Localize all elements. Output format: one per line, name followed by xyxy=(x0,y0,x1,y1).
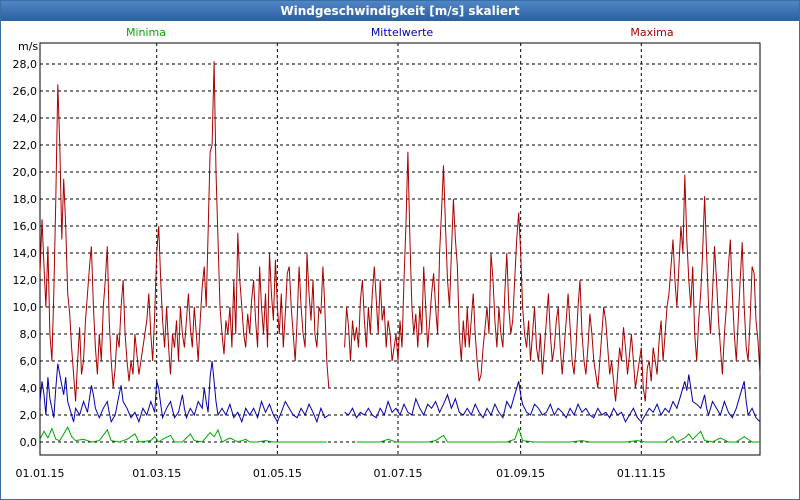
y-tick-label: 4,0 xyxy=(20,382,38,395)
y-tick-label: 22,0 xyxy=(13,139,38,152)
wind-speed-chart: 0,0 2,0 4,0 6,0 8,0 10,0 12,0 14,0 16,0 18,0 20,0 2… xyxy=(13,26,761,480)
x-tick-label: 01.11.15 xyxy=(617,467,666,480)
plot-area xyxy=(39,42,761,456)
y-axis-ticks: 0,0 2,0 4,0 6,0 8,0 10,0 12,0 14,0 16,0 18,0 20,0 2… xyxy=(13,58,38,449)
legend: Minima Mittelwerte Maxima xyxy=(126,26,674,39)
y-tick-label: 10,0 xyxy=(13,301,38,314)
legend-item-mittelwerte: Mittelwerte xyxy=(371,26,434,39)
y-tick-label: 6,0 xyxy=(20,355,38,368)
y-tick-label: 14,0 xyxy=(13,247,38,260)
y-tick-label: 26,0 xyxy=(13,85,38,98)
x-axis-ticks: 01.01.15 01.03.15 01.05.15 01.07.15 01.09.15… xyxy=(16,467,666,480)
x-tick-label: 01.03.15 xyxy=(132,467,181,480)
legend-item-minima: Minima xyxy=(126,26,166,39)
y-tick-label: 12,0 xyxy=(13,274,38,287)
y-tick-label: 18,0 xyxy=(13,193,38,206)
x-tick-label: 01.05.15 xyxy=(253,467,302,480)
plot-frame xyxy=(39,42,761,456)
legend-item-maxima: Maxima xyxy=(630,26,673,39)
x-tick-label: 01.09.15 xyxy=(496,467,545,480)
y-tick-label: 24,0 xyxy=(13,112,38,125)
y-axis-label: m/s xyxy=(18,40,38,53)
y-tick-label: 20,0 xyxy=(13,166,38,179)
y-tick-label: 16,0 xyxy=(13,220,38,233)
y-tick-label: 2,0 xyxy=(20,409,38,422)
x-tick-label: 01.01.15 xyxy=(16,467,65,480)
x-tick-label: 01.07.15 xyxy=(374,467,423,480)
y-tick-label: 28,0 xyxy=(13,58,38,71)
y-tick-label: 0,0 xyxy=(20,436,38,449)
y-tick-label: 8,0 xyxy=(20,328,38,341)
